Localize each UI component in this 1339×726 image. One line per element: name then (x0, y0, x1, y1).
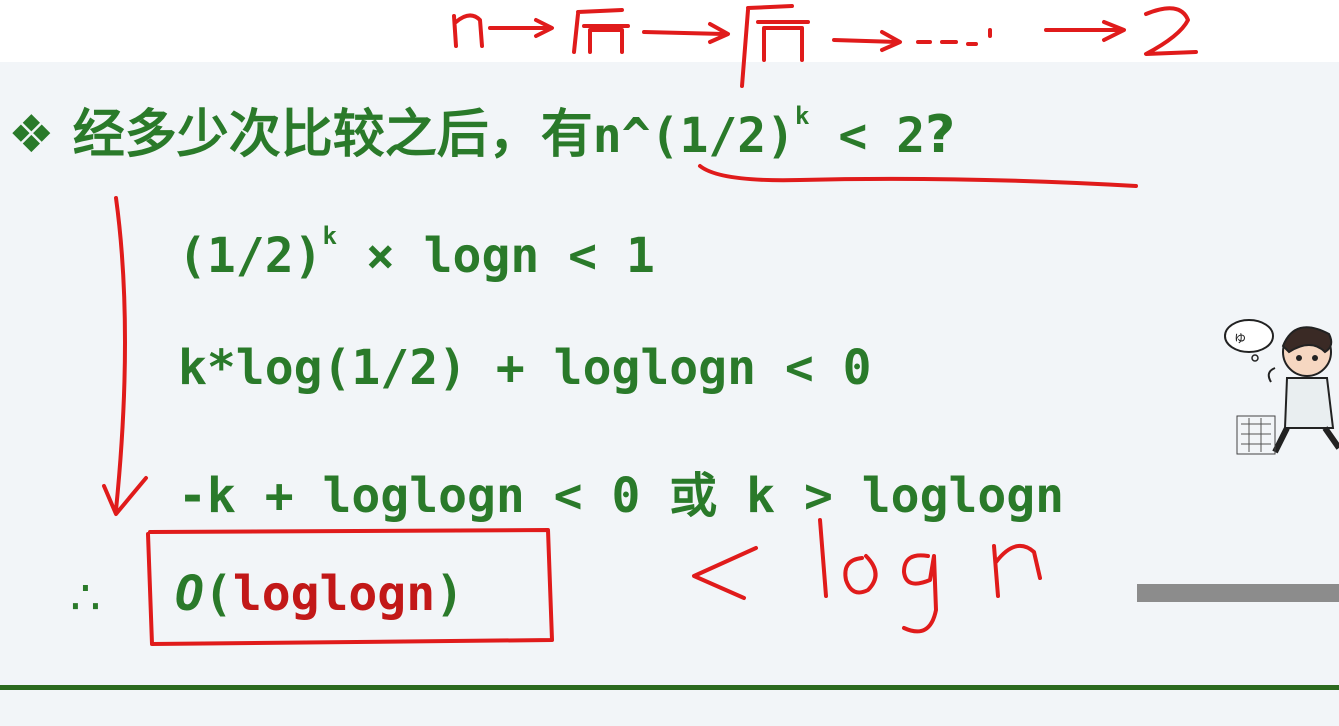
ink-n (452, 13, 484, 48)
mascot-image: ゅ (1224, 319, 1339, 455)
ink-down-arrow (102, 196, 148, 516)
ink-arrow-3 (832, 30, 902, 52)
ink-arrow-2 (642, 22, 730, 44)
ink-o (843, 554, 878, 595)
ink-dots (916, 28, 992, 46)
ink-hou-2 (740, 4, 810, 88)
svg-text:ゅ: ゅ (1233, 330, 1247, 346)
ink-result-box (146, 528, 554, 646)
ink-annotations (102, 4, 1198, 646)
ink-g (902, 553, 938, 634)
ink-arrow-1 (488, 18, 554, 38)
ink-two (1144, 6, 1198, 56)
ink-n-hand (992, 543, 1042, 598)
ink-l (818, 518, 828, 598)
ink-arrow-4 (1044, 20, 1126, 42)
ink-less-than (692, 546, 758, 600)
ink-underline (698, 164, 1138, 188)
ink-hou-1 (572, 8, 630, 54)
